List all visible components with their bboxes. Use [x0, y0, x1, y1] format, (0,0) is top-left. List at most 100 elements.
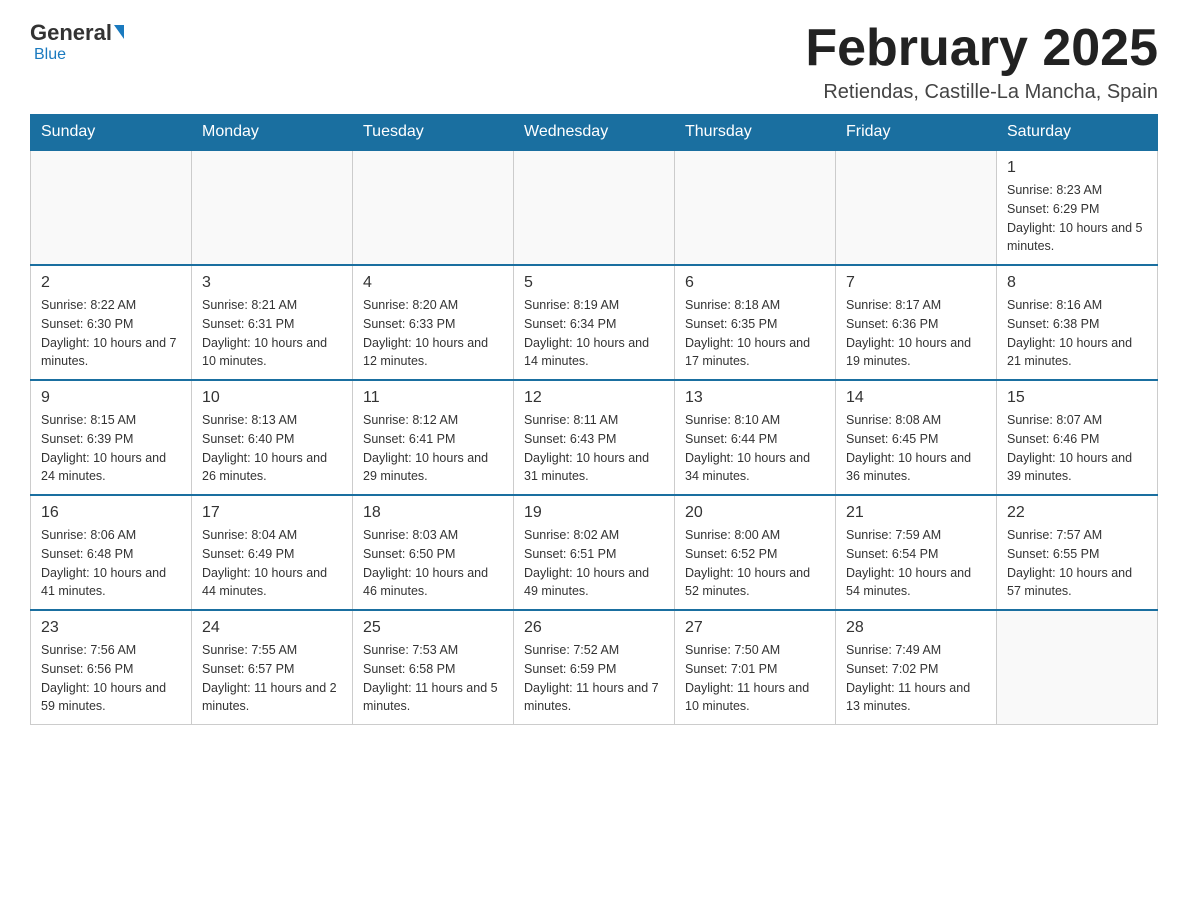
weekday-header-friday: Friday — [836, 115, 997, 151]
day-info: Sunrise: 8:23 AMSunset: 6:29 PMDaylight:… — [1007, 181, 1147, 256]
weekday-header-saturday: Saturday — [997, 115, 1158, 151]
calendar-cell — [836, 150, 997, 265]
calendar-cell: 16Sunrise: 8:06 AMSunset: 6:48 PMDayligh… — [31, 495, 192, 610]
calendar-header-row: SundayMondayTuesdayWednesdayThursdayFrid… — [31, 115, 1158, 151]
calendar-cell: 19 Sunrise: 8:02 AMSunset: 6:51 PMDayligh… — [514, 495, 675, 610]
calendar-cell: 14 Sunrise: 8:08 AMSunset: 6:45 PMDayligh… — [836, 380, 997, 495]
day-info: Sunrise: 7:53 AMSunset: 6:58 PMDaylight:… — [363, 641, 503, 716]
calendar-week-row: 2 Sunrise: 8:22 AMSunset: 6:30 PMDaylight… — [31, 265, 1158, 380]
weekday-header-wednesday: Wednesday — [514, 115, 675, 151]
day-info: Sunrise: 8:07 AMSunset: 6:46 PMDaylight:… — [1007, 411, 1147, 486]
day-number: 23 — [41, 619, 181, 637]
calendar-cell: 24 Sunrise: 7:55 AMSunset: 6:57 PMDayligh… — [192, 610, 353, 725]
day-number: 15 — [1007, 389, 1147, 407]
calendar-cell: 11Sunrise: 8:12 AMSunset: 6:41 PMDayligh… — [353, 380, 514, 495]
day-number: 1 — [1007, 159, 1147, 177]
day-info: Sunrise: 8:04 AMSunset: 6:49 PMDaylight:… — [202, 526, 342, 601]
calendar-cell: 4 Sunrise: 8:20 AMSunset: 6:33 PMDaylight… — [353, 265, 514, 380]
day-info: Sunrise: 8:11 AMSunset: 6:43 PMDaylight:… — [524, 411, 664, 486]
weekday-header-thursday: Thursday — [675, 115, 836, 151]
calendar-cell: 12 Sunrise: 8:11 AMSunset: 6:43 PMDayligh… — [514, 380, 675, 495]
calendar-cell: 20Sunrise: 8:00 AMSunset: 6:52 PMDayligh… — [675, 495, 836, 610]
calendar-cell: 22 Sunrise: 7:57 AMSunset: 6:55 PMDayligh… — [997, 495, 1158, 610]
day-number: 16 — [41, 504, 181, 522]
weekday-header-monday: Monday — [192, 115, 353, 151]
day-number: 5 — [524, 274, 664, 292]
day-number: 3 — [202, 274, 342, 292]
day-info: Sunrise: 7:50 AMSunset: 7:01 PMDaylight:… — [685, 641, 825, 716]
day-info: Sunrise: 8:08 AMSunset: 6:45 PMDaylight:… — [846, 411, 986, 486]
day-info: Sunrise: 7:57 AMSunset: 6:55 PMDaylight:… — [1007, 526, 1147, 601]
day-info: Sunrise: 7:49 AMSunset: 7:02 PMDaylight:… — [846, 641, 986, 716]
day-number: 9 — [41, 389, 181, 407]
calendar-cell: 8Sunrise: 8:16 AMSunset: 6:38 PMDaylight… — [997, 265, 1158, 380]
calendar-cell: 27 Sunrise: 7:50 AMSunset: 7:01 PMDayligh… — [675, 610, 836, 725]
day-number: 12 — [524, 389, 664, 407]
calendar-cell — [192, 150, 353, 265]
day-info: Sunrise: 8:17 AMSunset: 6:36 PMDaylight:… — [846, 296, 986, 371]
calendar-cell — [353, 150, 514, 265]
calendar-cell: 13 Sunrise: 8:10 AMSunset: 6:44 PMDayligh… — [675, 380, 836, 495]
day-number: 4 — [363, 274, 503, 292]
title-section: February 2025 Retiendas, Castille-La Man… — [805, 20, 1158, 104]
day-info: Sunrise: 7:56 AMSunset: 6:56 PMDaylight:… — [41, 641, 181, 716]
day-info: Sunrise: 8:20 AMSunset: 6:33 PMDaylight:… — [363, 296, 503, 371]
calendar-cell: 25 Sunrise: 7:53 AMSunset: 6:58 PMDayligh… — [353, 610, 514, 725]
calendar-cell: 18 Sunrise: 8:03 AMSunset: 6:50 PMDayligh… — [353, 495, 514, 610]
day-number: 22 — [1007, 504, 1147, 522]
calendar-cell: 23 Sunrise: 7:56 AMSunset: 6:56 PMDayligh… — [31, 610, 192, 725]
day-info: Sunrise: 8:18 AMSunset: 6:35 PMDaylight:… — [685, 296, 825, 371]
month-title: February 2025 — [805, 20, 1158, 77]
day-number: 28 — [846, 619, 986, 637]
calendar-cell: 10Sunrise: 8:13 AMSunset: 6:40 PMDayligh… — [192, 380, 353, 495]
day-number: 17 — [202, 504, 342, 522]
logo-triangle-icon — [114, 25, 124, 39]
calendar-cell: 3Sunrise: 8:21 AMSunset: 6:31 PMDaylight… — [192, 265, 353, 380]
day-number: 18 — [363, 504, 503, 522]
calendar-cell: 26Sunrise: 7:52 AMSunset: 6:59 PMDayligh… — [514, 610, 675, 725]
day-number: 20 — [685, 504, 825, 522]
day-number: 11 — [363, 389, 503, 407]
day-number: 10 — [202, 389, 342, 407]
page-header: General Blue February 2025 Retiendas, Ca… — [30, 20, 1158, 104]
calendar-cell: 28 Sunrise: 7:49 AMSunset: 7:02 PMDayligh… — [836, 610, 997, 725]
calendar-cell: 6Sunrise: 8:18 AMSunset: 6:35 PMDaylight… — [675, 265, 836, 380]
day-number: 8 — [1007, 274, 1147, 292]
calendar-cell — [997, 610, 1158, 725]
logo-general-text: General — [30, 20, 112, 46]
day-number: 19 — [524, 504, 664, 522]
day-number: 13 — [685, 389, 825, 407]
day-info: Sunrise: 8:19 AMSunset: 6:34 PMDaylight:… — [524, 296, 664, 371]
calendar-table: SundayMondayTuesdayWednesdayThursdayFrid… — [30, 114, 1158, 725]
day-info: Sunrise: 8:10 AMSunset: 6:44 PMDaylight:… — [685, 411, 825, 486]
weekday-header-sunday: Sunday — [31, 115, 192, 151]
calendar-cell: 1 Sunrise: 8:23 AMSunset: 6:29 PMDaylight… — [997, 150, 1158, 265]
location-subtitle: Retiendas, Castille-La Mancha, Spain — [805, 81, 1158, 104]
day-number: 7 — [846, 274, 986, 292]
calendar-week-row: 23 Sunrise: 7:56 AMSunset: 6:56 PMDayligh… — [31, 610, 1158, 725]
calendar-cell — [514, 150, 675, 265]
logo: General Blue — [30, 20, 124, 64]
day-number: 27 — [685, 619, 825, 637]
day-info: Sunrise: 7:55 AMSunset: 6:57 PMDaylight:… — [202, 641, 342, 716]
calendar-week-row: 16Sunrise: 8:06 AMSunset: 6:48 PMDayligh… — [31, 495, 1158, 610]
calendar-cell — [675, 150, 836, 265]
calendar-cell: 17 Sunrise: 8:04 AMSunset: 6:49 PMDayligh… — [192, 495, 353, 610]
day-number: 14 — [846, 389, 986, 407]
calendar-cell — [31, 150, 192, 265]
calendar-week-row: 9Sunrise: 8:15 AMSunset: 6:39 PMDaylight… — [31, 380, 1158, 495]
day-info: Sunrise: 7:52 AMSunset: 6:59 PMDaylight:… — [524, 641, 664, 716]
day-number: 21 — [846, 504, 986, 522]
day-info: Sunrise: 8:22 AMSunset: 6:30 PMDaylight:… — [41, 296, 181, 371]
calendar-week-row: 1 Sunrise: 8:23 AMSunset: 6:29 PMDaylight… — [31, 150, 1158, 265]
calendar-cell: 7 Sunrise: 8:17 AMSunset: 6:36 PMDaylight… — [836, 265, 997, 380]
weekday-header-tuesday: Tuesday — [353, 115, 514, 151]
day-info: Sunrise: 8:03 AMSunset: 6:50 PMDaylight:… — [363, 526, 503, 601]
day-number: 25 — [363, 619, 503, 637]
day-info: Sunrise: 8:02 AMSunset: 6:51 PMDaylight:… — [524, 526, 664, 601]
day-number: 2 — [41, 274, 181, 292]
day-number: 24 — [202, 619, 342, 637]
calendar-cell: 2 Sunrise: 8:22 AMSunset: 6:30 PMDaylight… — [31, 265, 192, 380]
logo-blue-text: Blue — [34, 46, 66, 63]
calendar-cell: 9Sunrise: 8:15 AMSunset: 6:39 PMDaylight… — [31, 380, 192, 495]
